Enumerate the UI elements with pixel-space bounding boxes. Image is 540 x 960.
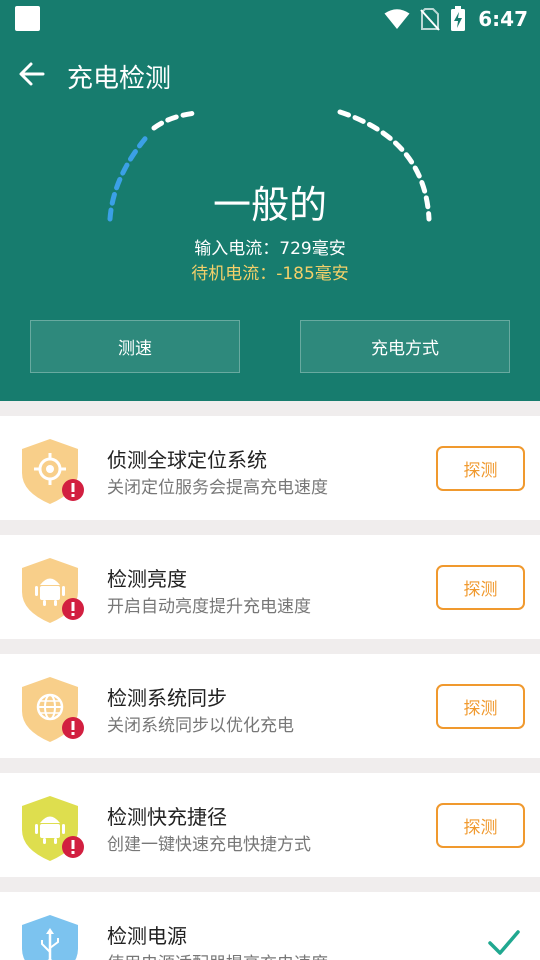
item-description: 使用电源适配器提高充电速度 [107, 949, 328, 960]
item-description: 关闭定位服务会提高充电速度 [107, 478, 328, 498]
header-panel: 6:47 充电检测 一般的 输入电流：729毫安 待机电流：-185毫安 测速 … [0, 0, 540, 401]
no-sim-icon [420, 8, 440, 31]
list-item-shortcut: 检测快充捷径 创建一键快速充电快捷方式 探测 [0, 773, 540, 877]
check-icon [488, 930, 520, 955]
status-icons: 6:47 [384, 4, 528, 34]
usb-shield-icon [22, 915, 78, 960]
item-title: 检测快充捷径 [107, 805, 227, 829]
list-item-brightness: 检测亮度 开启自动亮度提升充电速度 探测 [0, 535, 540, 639]
arrow-left-icon [19, 62, 45, 86]
gauge-arc-white-left [151, 110, 199, 131]
item-description: 关闭系统同步以优化充电 [107, 716, 294, 736]
app-bar: 充电检测 [0, 48, 540, 100]
notification-icon [15, 6, 40, 31]
page-title: 充电检测 [67, 64, 172, 94]
gps-shield-icon [22, 439, 84, 504]
battery-charging-icon [451, 6, 466, 31]
globe-shield-icon [22, 677, 84, 742]
detect-gps-button[interactable]: 探测 [436, 446, 525, 491]
item-description: 创建一键快速充电快捷方式 [107, 835, 311, 855]
status-time: 6:47 [478, 7, 528, 31]
input-current-label: 输入电流：729毫安 [194, 239, 346, 259]
standby-current-label: 待机电流：-185毫安 [191, 264, 349, 284]
item-title: 检测系统同步 [107, 686, 227, 710]
list-item-power: 检测电源 使用电源适配器提高充电速度 [0, 892, 540, 960]
list-item-sync: 检测系统同步 关闭系统同步以优化充电 探测 [0, 654, 540, 758]
charge-status-label: 一般的 [212, 183, 327, 227]
list-item-gps: 侦测全球定位系统 关闭定位服务会提高充电速度 探测 [0, 416, 540, 520]
item-title: 检测电源 [107, 924, 187, 948]
charge-mode-button[interactable]: 充电方式 [300, 320, 510, 373]
item-title: 检测亮度 [107, 567, 187, 591]
status-bar: 6:47 [0, 0, 540, 38]
detect-brightness-button[interactable]: 探测 [436, 565, 525, 610]
detect-sync-button[interactable]: 探测 [436, 684, 525, 729]
detect-shortcut-button[interactable]: 探测 [436, 803, 525, 848]
speed-test-button[interactable]: 测速 [30, 320, 240, 373]
android-shield-icon [22, 796, 84, 861]
back-button[interactable] [14, 56, 50, 92]
item-description: 开启自动亮度提升充电速度 [107, 597, 311, 617]
item-title: 侦测全球定位系统 [107, 448, 267, 472]
android-shield-icon [22, 558, 84, 623]
wifi-icon [384, 9, 410, 29]
